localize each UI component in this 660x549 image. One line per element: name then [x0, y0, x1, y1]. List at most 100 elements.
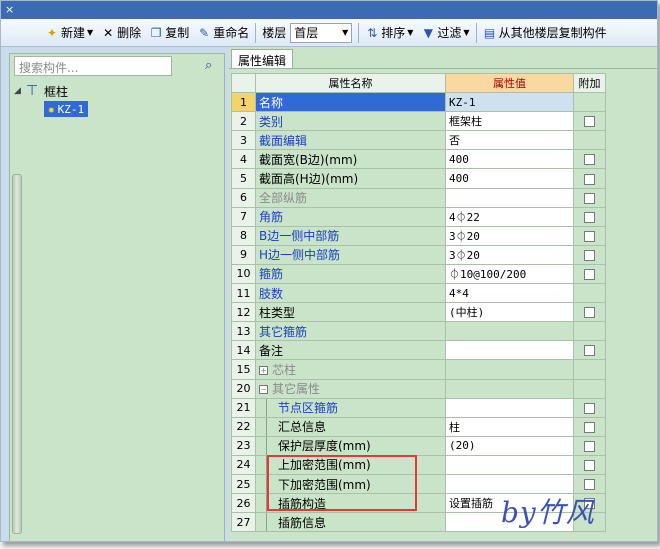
property-name[interactable]: 节点区箍筋: [255, 397, 446, 418]
property-name[interactable]: 保护层厚度(mm): [255, 435, 446, 456]
table-row[interactable]: 9 H边一侧中部筋 3⏀20: [231, 244, 606, 265]
property-name[interactable]: 角筋: [255, 206, 446, 227]
property-value[interactable]: [445, 454, 574, 475]
tab-property-edit[interactable]: 属性编辑: [231, 49, 294, 69]
sort-icon: ⇅: [367, 25, 378, 40]
property-value[interactable]: ⏀10@100/200: [445, 263, 574, 285]
table-row[interactable]: 7 角筋 4⏀22: [231, 206, 606, 227]
property-value[interactable]: 4⏀22: [445, 206, 574, 227]
property-name[interactable]: 备注: [255, 340, 446, 361]
property-name[interactable]: 柱类型: [255, 302, 446, 323]
tab-divider: [229, 68, 657, 69]
floor-select[interactable]: 首层 ▼: [290, 22, 353, 43]
table-row[interactable]: 8 B边一侧中部筋 3⏀20: [231, 225, 606, 246]
property-value[interactable]: 3⏀20: [445, 244, 574, 265]
chevron-down-icon: ▼: [87, 28, 94, 37]
property-name[interactable]: − 其它属性: [255, 378, 446, 399]
extra-checkbox[interactable]: [584, 173, 595, 185]
property-value[interactable]: 框架柱: [445, 111, 574, 132]
extra-checkbox[interactable]: [584, 440, 595, 452]
extra-checkbox[interactable]: [584, 268, 595, 280]
extra-checkbox[interactable]: [584, 230, 595, 242]
extra-checkbox[interactable]: [584, 345, 595, 357]
delete-button[interactable]: ✕ 删除: [97, 21, 145, 45]
property-value[interactable]: [445, 340, 574, 361]
table-row[interactable]: 22 汇总信息 柱: [231, 416, 606, 437]
search-icon[interactable]: ⌕: [205, 58, 221, 74]
property-value[interactable]: 400: [445, 149, 574, 170]
property-name[interactable]: 截面编辑: [255, 130, 446, 151]
row-number: 23: [231, 435, 256, 456]
extra-checkbox[interactable]: [584, 192, 595, 204]
sort-button[interactable]: ⇅ 排序 ▼: [361, 21, 417, 45]
close-icon[interactable]: ×: [5, 3, 14, 16]
property-name[interactable]: 汇总信息: [255, 416, 446, 437]
table-row[interactable]: 1 名称 KZ-1: [231, 92, 606, 113]
property-value[interactable]: [445, 321, 574, 342]
tree-node-kz1[interactable]: ✹ KZ-1: [14, 100, 89, 118]
new-button[interactable]: ✦ 新建 ▼: [41, 21, 97, 45]
extra-checkbox[interactable]: [584, 249, 595, 261]
table-row[interactable]: 15 + 芯柱: [231, 359, 606, 380]
property-value[interactable]: [445, 359, 574, 380]
expand-icon[interactable]: +: [259, 365, 268, 375]
table-row[interactable]: 13 其它箍筋: [231, 321, 606, 342]
property-name[interactable]: 肢数: [255, 283, 446, 304]
property-value[interactable]: KZ-1: [445, 92, 574, 113]
property-name[interactable]: 箍筋: [255, 263, 446, 285]
extra-checkbox[interactable]: [584, 459, 595, 471]
property-value[interactable]: 400: [445, 168, 574, 189]
property-name[interactable]: 名称: [255, 92, 446, 113]
property-name[interactable]: 截面高(H边)(mm): [255, 168, 446, 189]
property-value[interactable]: 否: [445, 130, 574, 151]
extra-checkbox[interactable]: [584, 116, 595, 128]
scrollbar[interactable]: [12, 174, 22, 534]
table-row[interactable]: 11 肢数 4*4: [231, 283, 606, 304]
property-value[interactable]: [445, 378, 574, 399]
property-value[interactable]: [445, 397, 574, 418]
table-row[interactable]: 21 节点区箍筋: [231, 397, 606, 418]
extra-checkbox[interactable]: [584, 479, 595, 491]
copy-from-floor-button[interactable]: ▤ 从其他楼层复制构件: [479, 21, 611, 45]
extra-checkbox[interactable]: [584, 402, 595, 414]
table-row[interactable]: 10 箍筋 ⏀10@100/200: [231, 263, 606, 285]
collapse-icon[interactable]: ◢: [14, 86, 26, 96]
collapse-icon[interactable]: −: [259, 385, 268, 395]
table-row[interactable]: 3 截面编辑 否: [231, 130, 606, 151]
table-row[interactable]: 2 类别 框架柱: [231, 111, 606, 132]
extra-checkbox[interactable]: [584, 154, 595, 166]
property-name[interactable]: 全部纵筋: [255, 187, 446, 208]
property-value[interactable]: (20): [445, 435, 574, 456]
rename-button[interactable]: ✎ 重命名: [193, 21, 253, 45]
table-row[interactable]: 14 备注: [231, 340, 606, 361]
extra-checkbox[interactable]: [584, 211, 595, 223]
row-number: 13: [231, 321, 256, 342]
copy-button[interactable]: ❐ 复制: [145, 21, 193, 45]
property-value[interactable]: 柱: [445, 416, 574, 437]
copy-icon: ❐: [150, 25, 162, 40]
property-value[interactable]: (中柱): [445, 302, 574, 323]
property-name[interactable]: H边一侧中部筋: [255, 244, 446, 265]
property-name[interactable]: 类别: [255, 111, 446, 132]
table-row[interactable]: 4 截面宽(B边)(mm) 400: [231, 149, 606, 170]
extra-checkbox[interactable]: [584, 421, 595, 433]
table-row[interactable]: 23 保护层厚度(mm) (20): [231, 435, 606, 456]
property-name-text: 节点区箍筋: [278, 401, 339, 416]
property-name[interactable]: 截面宽(B边)(mm): [255, 149, 446, 170]
tree-node-selected[interactable]: ✹ KZ-1: [44, 101, 89, 117]
table-row[interactable]: 6 全部纵筋: [231, 187, 606, 208]
tree-node-root[interactable]: ◢ ⊤ 框柱: [14, 82, 88, 100]
table-row[interactable]: 5 截面高(H边)(mm) 400: [231, 168, 606, 189]
filter-button[interactable]: ▼ 过滤 ▼: [417, 21, 473, 45]
property-value[interactable]: 3⏀20: [445, 225, 574, 246]
property-name[interactable]: B边一侧中部筋: [255, 225, 446, 246]
property-name[interactable]: 其它箍筋: [255, 321, 446, 342]
table-row[interactable]: 20− 其它属性: [231, 378, 606, 399]
extra-checkbox[interactable]: [584, 307, 595, 319]
property-value[interactable]: [445, 187, 574, 208]
property-value[interactable]: 4*4: [445, 283, 574, 304]
property-name[interactable]: 插筋信息: [255, 512, 446, 533]
table-row[interactable]: 12 柱类型 (中柱): [231, 302, 606, 323]
property-name[interactable]: + 芯柱: [255, 359, 446, 380]
search-input[interactable]: 搜索构件...: [14, 56, 172, 76]
